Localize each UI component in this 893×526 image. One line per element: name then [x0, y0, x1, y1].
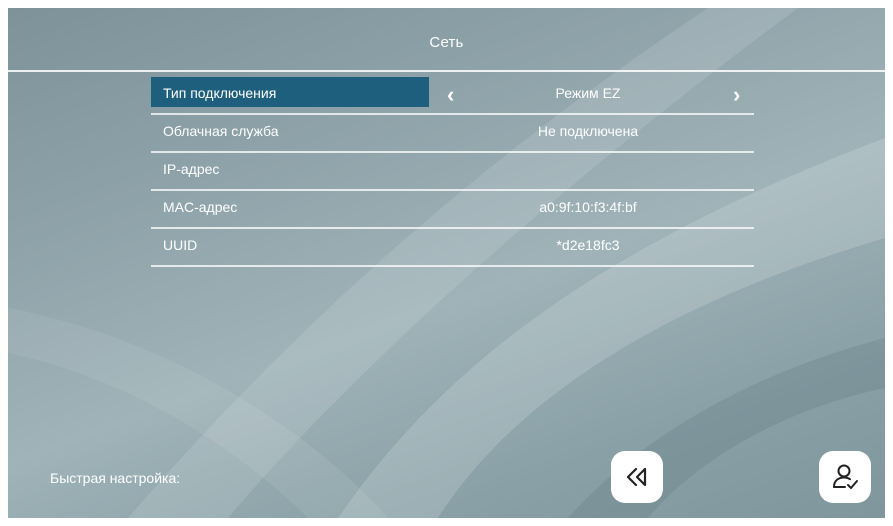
title-divider [8, 70, 885, 72]
ip-address-label: IP-адрес [163, 161, 220, 177]
back-button[interactable] [611, 451, 663, 503]
uuid-label: UUID [163, 237, 198, 253]
uuid-value: *d2e18fc3 [556, 237, 620, 253]
row-uuid[interactable]: UUID *d2e18fc3 [151, 229, 754, 267]
rewind-back-icon [626, 467, 647, 487]
row-ip-address[interactable]: IP-адрес [151, 153, 754, 191]
quick-setup-label: Быстрая настройка: [50, 470, 181, 486]
mac-address-label: MAC-адрес [163, 199, 238, 215]
row-cloud-service[interactable]: Облачная служба Не подключена [151, 115, 754, 153]
row-connection-type[interactable]: Тип подключения ‹ Режим EZ › [151, 77, 754, 115]
settings-list: Тип подключения ‹ Режим EZ › Облачная сл… [151, 77, 754, 267]
connection-type-value: Режим EZ [555, 85, 621, 101]
mac-address-value: a0:9f:10:f3:4f:bf [539, 199, 637, 215]
user-button[interactable] [819, 451, 871, 503]
cloud-service-value: Не подключена [537, 123, 639, 139]
user-check-icon [833, 464, 858, 489]
network-screen: Сеть Тип подключения ‹ Режим EZ › Облачн… [8, 8, 885, 518]
row-mac-address[interactable]: MAC-адрес a0:9f:10:f3:4f:bf [151, 191, 754, 229]
chevron-right-icon[interactable]: › [733, 77, 740, 113]
connection-type-label: Тип подключения [163, 85, 277, 101]
cloud-service-label: Облачная служба [163, 123, 279, 139]
page-title: Сеть [429, 34, 464, 51]
